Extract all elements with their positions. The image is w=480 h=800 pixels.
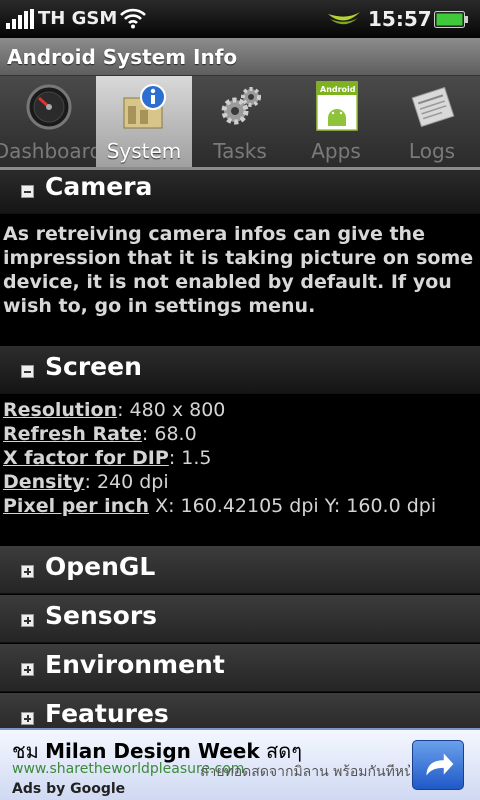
section-header-features[interactable]: Features [0, 693, 480, 728]
section-title: Camera [45, 172, 153, 201]
expand-icon [21, 614, 34, 627]
ad-open-button[interactable] [412, 740, 464, 790]
battery-icon [434, 11, 468, 28]
wifi-icon [120, 8, 146, 29]
section-title: Features [45, 699, 169, 728]
ads-by-google-label: Ads by Google [12, 781, 126, 797]
info-separator: : [117, 399, 130, 421]
section-header-sensors[interactable]: Sensors [0, 595, 480, 643]
info-value: 240 dpi [96, 471, 169, 493]
logs-icon [411, 86, 455, 128]
screen-density: Density: 240 dpi [3, 471, 169, 493]
tab-label: Logs [408, 139, 456, 163]
section-header-camera[interactable]: Camera [0, 170, 480, 214]
section-title: Screen [45, 352, 142, 381]
tab-dashboard[interactable]: Dashboard [0, 76, 102, 170]
tab-apps[interactable]: Android Apps [288, 76, 384, 170]
info-key: Resolution [3, 399, 118, 421]
info-value: 68.0 [154, 423, 197, 445]
system-info-list[interactable]: Camera As retreiving camera infos can gi… [0, 170, 480, 728]
info-icon [123, 84, 166, 129]
status-bar: TH GSM 15:57 [0, 0, 480, 38]
section-header-opengl[interactable]: OpenGL [0, 546, 480, 594]
share-arrow-icon [426, 753, 454, 776]
signal-icon [6, 9, 34, 29]
ad-title-suffix: สดๆ [259, 739, 302, 763]
carrier-logo-icon [328, 12, 360, 25]
collapse-icon [21, 185, 34, 198]
ad-title-bold: Milan Design Week [45, 739, 260, 763]
ad-description: ถ่ายทอดสดจากมิลาน พร้อมกันทีหน้างาน 9 มี… [200, 764, 410, 780]
collapse-icon [21, 365, 34, 378]
info-key: Pixel per inch [3, 495, 150, 517]
app-title: Android System Info [7, 45, 238, 69]
section-title: Sensors [45, 601, 158, 630]
gears-icon [221, 87, 261, 125]
screen-refresh-rate: Refresh Rate: 68.0 [3, 423, 197, 445]
expand-icon [21, 663, 34, 676]
section-title: OpenGL [45, 552, 156, 581]
carrier-name: TH GSM [38, 8, 118, 29]
info-key: X factor for DIP [3, 447, 169, 469]
ad-title-prefix: ชม [12, 739, 46, 763]
info-value: X: 160.42105 dpi Y: 160.0 dpi [155, 495, 437, 517]
android-box-icon: Android [316, 81, 358, 131]
expand-icon [21, 712, 34, 725]
ad-banner[interactable]: ชม Milan Design Week สดๆ www.sharethewor… [0, 728, 480, 800]
info-separator: : [84, 471, 97, 493]
android-box-text: Android [320, 85, 356, 94]
clock: 15:57 [368, 7, 432, 31]
section-header-screen[interactable]: Screen [0, 346, 480, 394]
info-separator: : [168, 447, 182, 469]
section-header-environment[interactable]: Environment [0, 644, 480, 692]
tab-tasks[interactable]: Tasks [192, 76, 288, 170]
screen-x-factor: X factor for DIP: 1.5 [3, 447, 211, 469]
app-title-bar: Android System Info [0, 38, 480, 76]
info-value: 1.5 [181, 447, 212, 469]
screen-ppi: Pixel per inch X: 160.42105 dpi Y: 160.0… [3, 495, 436, 517]
info-value: 480 x 800 [129, 399, 226, 421]
gauge-icon [26, 84, 72, 130]
section-title: Environment [45, 650, 225, 679]
info-key: Density [3, 471, 85, 493]
tab-bar: Dashboard System Tasks Android Apps Logs [0, 76, 480, 170]
expand-icon [21, 565, 34, 578]
info-separator: : [141, 423, 155, 445]
camera-notice: As retreiving camera infos can give the … [3, 223, 474, 317]
tab-system[interactable]: System [96, 76, 192, 170]
tab-logs[interactable]: Logs [384, 76, 480, 170]
screen-resolution: Resolution: 480 x 800 [3, 399, 225, 421]
info-key: Refresh Rate [3, 423, 142, 445]
